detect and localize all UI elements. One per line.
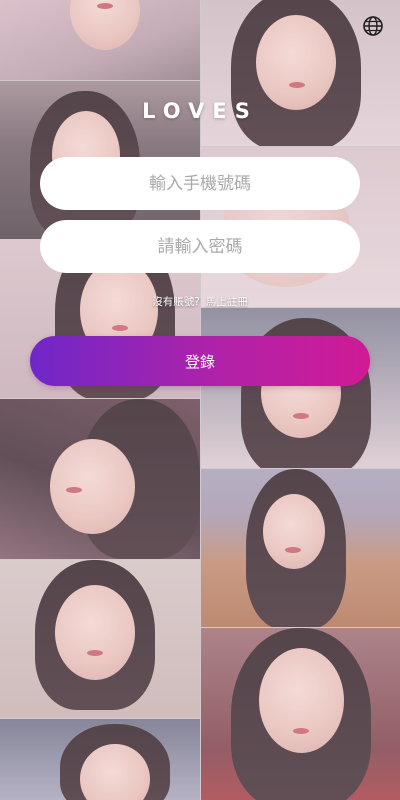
app-title: LOVES <box>142 99 258 123</box>
login-button[interactable]: 登錄 <box>30 336 370 386</box>
register-prompt: 沒有賬號? 馬上註冊 <box>0 294 400 309</box>
globe-icon[interactable] <box>362 15 384 37</box>
password-input[interactable] <box>40 220 360 273</box>
register-link[interactable]: 馬上註冊 <box>206 296 248 308</box>
phone-input[interactable] <box>40 157 360 210</box>
no-account-text: 沒有賬號? <box>152 296 200 308</box>
